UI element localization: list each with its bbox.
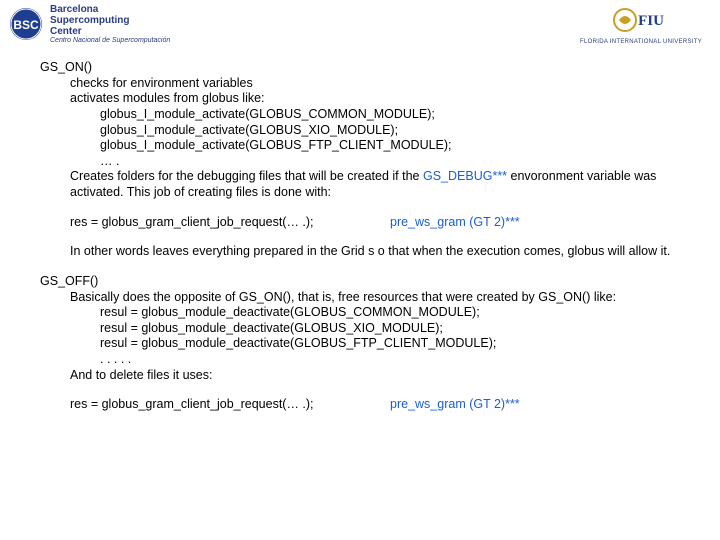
- gs-off-res-row: res = globus_gram_client_job_request(… .…: [70, 397, 680, 413]
- gs-off-d4: . . . . .: [100, 352, 680, 368]
- gs-off-title: GS_OFF(): [40, 274, 680, 290]
- gs-on-res-row: res = globus_gram_client_job_request(… .…: [70, 215, 680, 231]
- gs-off-res: res = globus_gram_client_job_request(… .…: [70, 397, 390, 413]
- fiu-sub: FLORIDA INTERNATIONAL UNIVERSITY: [580, 39, 702, 47]
- gs-on-pre: pre_ws_gram (GT 2)***: [390, 215, 520, 231]
- gs-on-act1: globus_I_module_activate(GLOBUS_COMMON_M…: [100, 107, 680, 123]
- gs-on-act2: globus_I_module_activate(GLOBUS_XIO_MODU…: [100, 123, 680, 139]
- bsc-sub: Centro Nacional de Supercomputación: [50, 37, 170, 45]
- gs-on-act4: … .: [100, 154, 680, 170]
- gs-on-act3: globus_I_module_activate(GLOBUS_FTP_CLIE…: [100, 138, 680, 154]
- gs-off-d3: resul = globus_module_deactivate(GLOBUS_…: [100, 336, 680, 352]
- bsc-line3: Center: [50, 26, 170, 37]
- bsc-logo-text: Barcelona Supercomputing Center Centro N…: [50, 4, 170, 45]
- bsc-logo: BSC Barcelona Supercomputing Center Cent…: [8, 4, 170, 45]
- gs-on-check: checks for environment variables: [70, 76, 680, 92]
- slide-body: GS_ON() checks for environment variables…: [40, 60, 680, 413]
- fiu-logo: FIU FLORIDA INTERNATIONAL UNIVERSITY: [580, 6, 702, 46]
- svg-text:BSC: BSC: [13, 18, 39, 32]
- gs-off-l1: Basically does the opposite of GS_ON(), …: [70, 290, 680, 306]
- gs-on-p1a: Creates folders for the debugging files …: [70, 169, 423, 183]
- gs-on-activates: activates modules from globus like:: [70, 91, 680, 107]
- gs-off-d1: resul = globus_module_deactivate(GLOBUS_…: [100, 305, 680, 321]
- bsc-icon: BSC: [8, 6, 44, 42]
- gs-off-d2: resul = globus_module_deactivate(GLOBUS_…: [100, 321, 680, 337]
- bsc-line1: Barcelona: [50, 4, 170, 15]
- header: BSC Barcelona Supercomputing Center Cent…: [0, 0, 720, 50]
- gs-on-p2: In other words leaves everything prepare…: [70, 244, 680, 260]
- gs-off-l2: And to delete files it uses:: [70, 368, 680, 384]
- svg-text:FIU: FIU: [638, 13, 664, 29]
- gs-on-title: GS_ON(): [40, 60, 680, 76]
- bsc-line2: Supercomputing: [50, 15, 170, 26]
- gs-off-pre: pre_ws_gram (GT 2)***: [390, 397, 520, 413]
- gs-on-debug-para: Creates folders for the debugging files …: [70, 169, 680, 200]
- fiu-icon: FIU: [613, 6, 669, 34]
- gs-debug-label: GS_DEBUG***: [423, 169, 507, 183]
- gs-on-res: res = globus_gram_client_job_request(… .…: [70, 215, 390, 231]
